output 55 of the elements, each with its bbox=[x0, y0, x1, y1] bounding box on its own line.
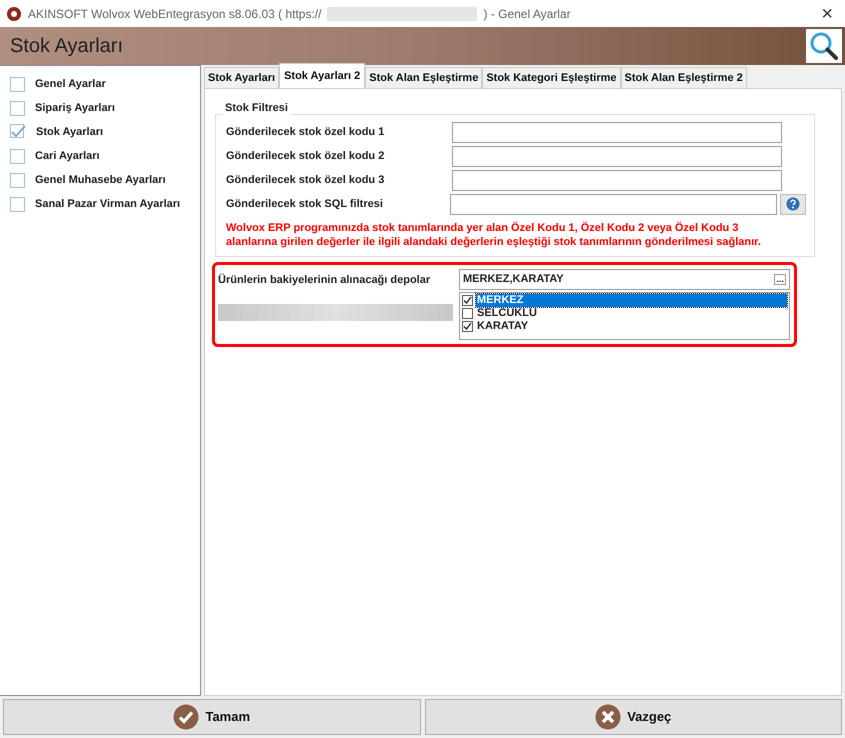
checkbox[interactable] bbox=[10, 148, 25, 164]
field-label: Gönderilecek stok özel kodu 1 bbox=[226, 124, 386, 140]
sidebar-item-label: Genel Muhasebe Ayarları bbox=[35, 172, 166, 188]
field-label: Gönderilecek stok SQL filtresi bbox=[226, 196, 384, 212]
sidebar-item-label: Genel Ayarlar bbox=[35, 76, 106, 92]
input-field[interactable] bbox=[450, 194, 778, 214]
checkbox[interactable] bbox=[462, 308, 473, 318]
checkbox[interactable] bbox=[462, 294, 473, 306]
list-option[interactable]: KARATAY bbox=[476, 320, 787, 332]
tab[interactable]: Stok Alan Eşleştirme bbox=[365, 66, 482, 88]
cancel-button[interactable]: Vazgeç bbox=[424, 699, 842, 735]
checkbox[interactable] bbox=[462, 320, 473, 332]
tab[interactable]: Stok Alan Eşleştirme 2 bbox=[620, 66, 747, 88]
ok-button[interactable]: Tamam bbox=[3, 699, 420, 735]
list-option[interactable]: MERKEZ bbox=[476, 294, 787, 306]
checkbox[interactable] bbox=[10, 100, 25, 116]
info-text: Wolvox ERP programınızda stok tanımlarında yer alan Özel Kodu 1, Özel Kodu 2 veya Özel Kodu 3 alanlarına girilen değerler ile ilgili alandaki değerlerin eşleştiği stok tanımlarının gönderilmesi sağlanır. bbox=[226, 222, 762, 250]
sidebar-item-label: Cari Ayarları bbox=[35, 148, 100, 164]
close-icon bbox=[595, 704, 622, 730]
header-title: Stok Ayarları bbox=[10, 34, 124, 58]
sidebar-item[interactable]: Stok Ayarları bbox=[0, 120, 200, 144]
sidebar-item-label: Stok Ayarları bbox=[36, 124, 104, 140]
search-button[interactable] bbox=[806, 29, 842, 63]
group-title: Stok Filtresi bbox=[224, 103, 289, 114]
ellipsis-button[interactable]: ... bbox=[774, 274, 786, 284]
list-option[interactable]: SELCUKLU bbox=[476, 306, 787, 320]
checkbox[interactable] bbox=[10, 172, 25, 188]
help-icon bbox=[786, 197, 800, 211]
sidebar-item[interactable]: Cari Ayarları bbox=[0, 144, 200, 168]
window-title: AKINSOFT Wolvox WebEntegrasyon s8.06.03 ( https:// bbox=[28, 6, 322, 22]
input-field[interactable] bbox=[452, 170, 782, 190]
tab[interactable]: Stok Ayarları 2 bbox=[279, 62, 366, 88]
warehouse-combo[interactable]: MERKEZ,KARATAY ... bbox=[459, 268, 790, 290]
close-button[interactable]: × bbox=[815, 0, 839, 28]
checkbox[interactable] bbox=[10, 76, 25, 92]
input-field[interactable] bbox=[452, 146, 782, 166]
checkbox[interactable] bbox=[10, 196, 25, 212]
check-icon bbox=[173, 704, 200, 730]
sidebar-item[interactable]: Sipariş Ayarları bbox=[0, 96, 200, 120]
field-label: Gönderilecek stok özel kodu 3 bbox=[226, 172, 386, 188]
sidebar-item[interactable]: Genel Ayarlar bbox=[0, 72, 200, 96]
field-label: Gönderilecek stok özel kodu 2 bbox=[226, 148, 386, 164]
input-field[interactable] bbox=[452, 122, 782, 142]
checkbox-checked[interactable] bbox=[10, 124, 26, 140]
sidebar-item[interactable]: Genel Muhasebe Ayarları bbox=[0, 168, 200, 192]
sidebar-item-label: Sipariş Ayarları bbox=[35, 100, 115, 116]
tab[interactable]: Stok Ayarları bbox=[204, 66, 280, 88]
sidebar-item[interactable]: Sanal Pazar Virman Ayarları bbox=[0, 192, 200, 216]
help-button[interactable] bbox=[780, 194, 806, 214]
window-title: ) - Genel Ayarlar bbox=[483, 6, 571, 22]
app-logo-icon bbox=[6, 6, 22, 22]
search-icon bbox=[809, 31, 839, 61]
tab[interactable]: Stok Kategori Eşleştirme bbox=[482, 66, 621, 88]
sidebar-item-label: Sanal Pazar Virman Ayarları bbox=[35, 196, 180, 212]
field-label: Ürünlerin bakiyelerinin alınacağı depolar bbox=[218, 272, 432, 288]
